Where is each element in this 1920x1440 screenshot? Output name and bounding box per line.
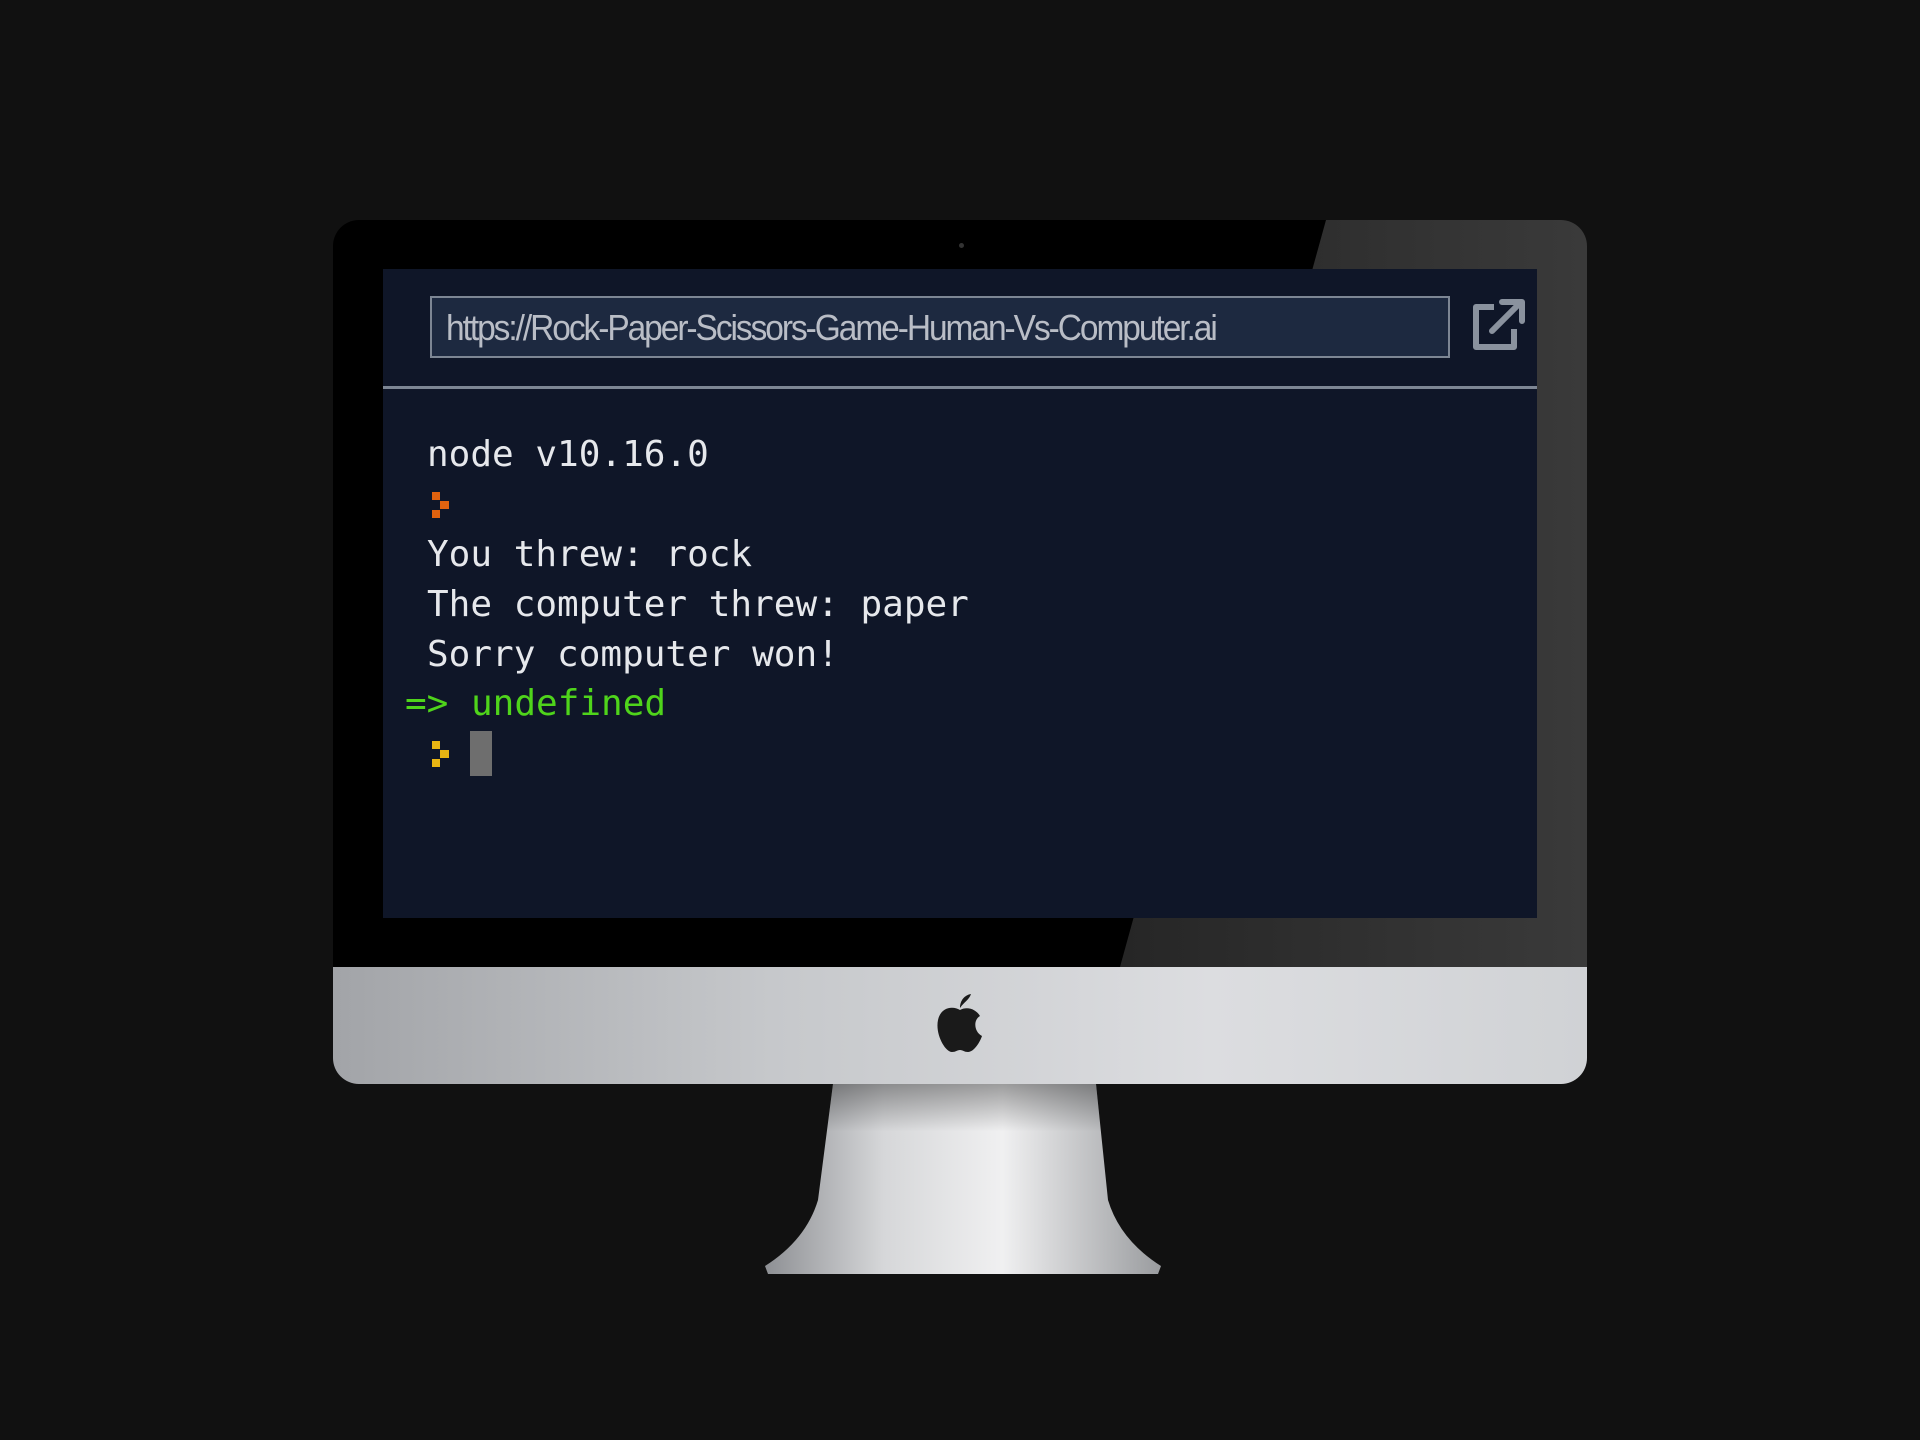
divider <box>383 386 1537 389</box>
output-line: You threw: rock <box>427 534 753 575</box>
output-line: Sorry computer won! <box>427 634 839 675</box>
camera-dot <box>959 243 964 248</box>
prompt-icon <box>432 492 449 518</box>
result-arrow: => <box>405 683 449 724</box>
output-line: The computer threw: paper <box>427 584 969 625</box>
repl-console[interactable]: https://Rock-Paper-Scissors-Game-Human-V… <box>383 269 1537 918</box>
url-field[interactable]: https://Rock-Paper-Scissors-Game-Human-V… <box>430 296 1450 358</box>
text-cursor[interactable] <box>470 731 492 776</box>
input-prompt-icon <box>432 741 449 767</box>
apple-logo-icon <box>937 994 982 1052</box>
url-text: https://Rock-Paper-Scissors-Game-Human-V… <box>446 307 1218 348</box>
external-link-icon[interactable] <box>1468 297 1528 353</box>
result-value: undefined <box>471 683 667 724</box>
version-line: node v10.16.0 <box>427 434 709 475</box>
